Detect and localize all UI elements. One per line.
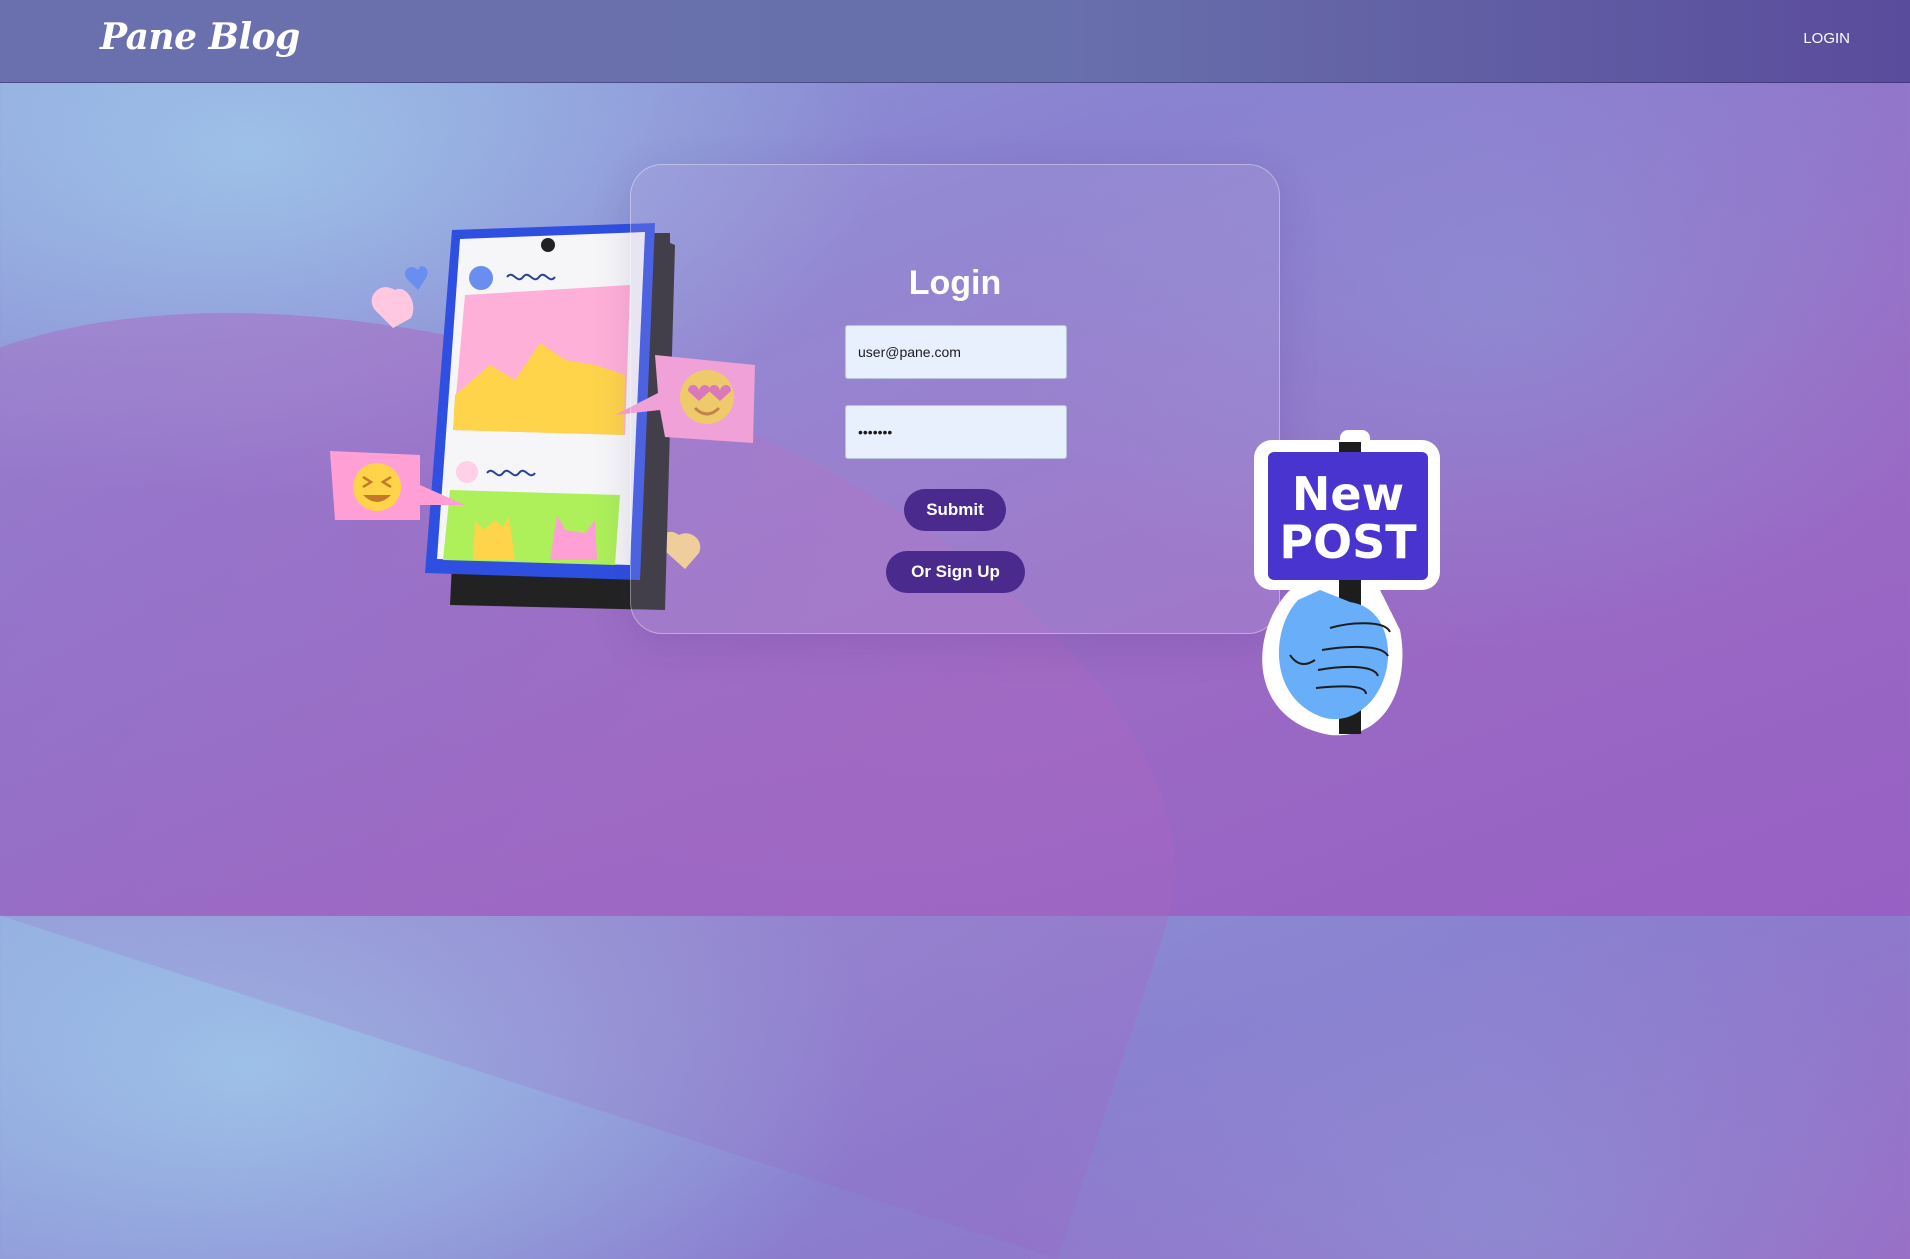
email-field[interactable] [845,325,1067,379]
heart-icon [405,266,428,290]
new-post-sign-illustration: New POST [1254,430,1440,736]
submit-button[interactable]: Submit [904,489,1006,531]
sign-text-post: POST [1279,515,1417,569]
sign-text-new: New [1292,467,1404,521]
login-title: Login [908,263,1002,302]
password-field[interactable] [845,405,1067,459]
heart-icon [371,287,414,328]
nav-login-link[interactable]: LOGIN [1803,30,1850,47]
signup-button[interactable]: Or Sign Up [886,551,1025,593]
navbar: Pane Blog LOGIN [0,0,1910,83]
login-card: Login Submit Or Sign Up [630,164,1280,634]
brand-logo[interactable]: Pane Blog [100,16,300,58]
